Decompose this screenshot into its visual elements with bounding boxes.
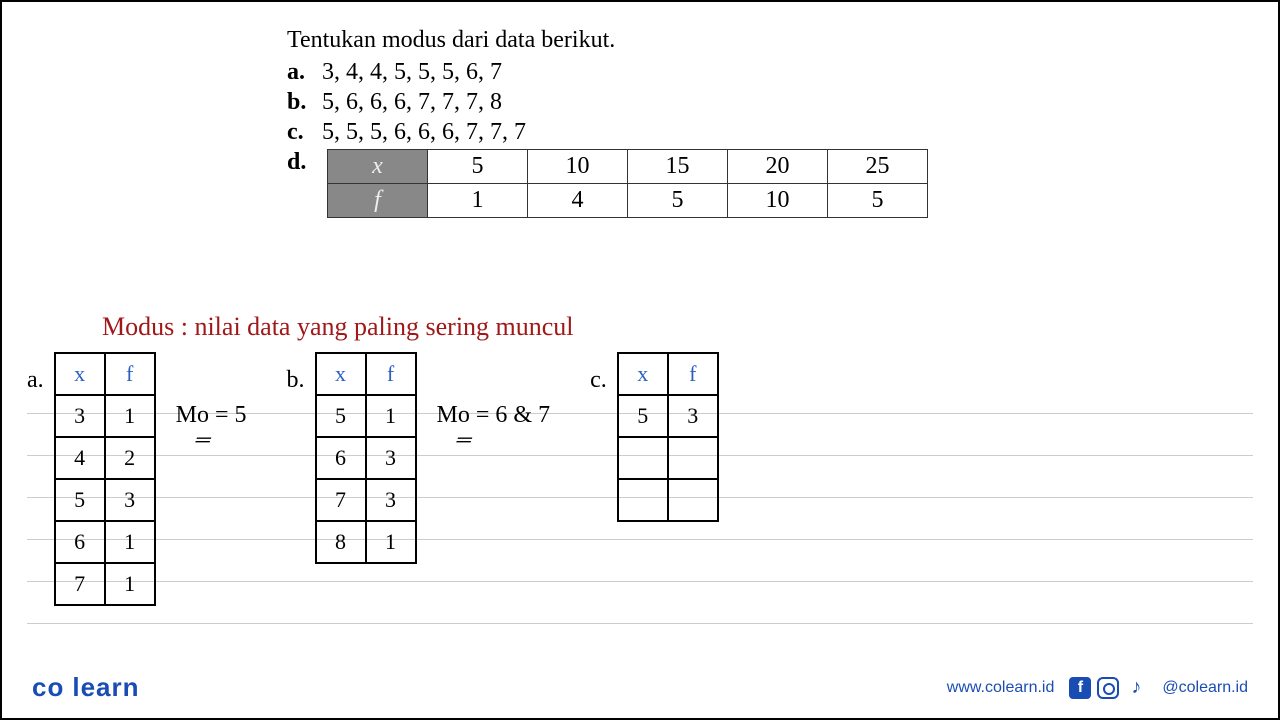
mo-result-b: Mo = 6 & 7 ═ (437, 402, 551, 452)
d-cell: 4 (528, 184, 628, 218)
question-item-b: b. 5, 6, 6, 6, 7, 7, 7, 8 (287, 89, 1228, 116)
header-x: x (618, 353, 668, 395)
group-label-b: b. (287, 367, 305, 394)
cell (618, 479, 668, 521)
item-text-a: 3, 4, 4, 5, 5, 5, 6, 7 (322, 59, 502, 86)
d-cell: 5 (828, 184, 928, 218)
cell: 1 (105, 521, 155, 563)
cell: 3 (366, 479, 416, 521)
mo-value: Mo = 5 (176, 402, 247, 428)
d-cell: 5 (428, 150, 528, 184)
modus-definition: Modus : nilai data yang paling sering mu… (102, 312, 1253, 342)
d-cell: 10 (728, 184, 828, 218)
cell: 3 (366, 437, 416, 479)
freq-table-c: x f 53 (617, 352, 719, 522)
d-cell: 25 (828, 150, 928, 184)
social-icons: f ♪ (1069, 677, 1147, 699)
question-item-c: c. 5, 5, 5, 6, 6, 6, 7, 7, 7 (287, 119, 1228, 146)
question-item-a: a. 3, 4, 4, 5, 5, 5, 6, 7 (287, 59, 1228, 86)
item-label-a: a. (287, 59, 322, 86)
cell: 3 (668, 395, 718, 437)
footer-right: www.colearn.id f ♪ @colearn.id (947, 677, 1248, 699)
header-f: f (105, 353, 155, 395)
handwritten-notes: Modus : nilai data yang paling sering mu… (27, 312, 1253, 658)
header-x: x (55, 353, 105, 395)
item-label-d: d. (287, 149, 322, 176)
cell: 7 (55, 563, 105, 605)
question-area: Tentukan modus dari data berikut. a. 3, … (287, 27, 1228, 221)
tiktok-icon: ♪ (1125, 677, 1147, 699)
group-label-c: c. (590, 367, 607, 394)
freq-table-a: x f 31 42 53 61 71 (54, 352, 156, 606)
data-table-d: x 5 10 15 20 25 f 1 4 5 10 5 (327, 149, 928, 218)
d-cell: 5 (628, 184, 728, 218)
cell: 2 (105, 437, 155, 479)
cell: 5 (316, 395, 366, 437)
instagram-icon (1097, 677, 1119, 699)
d-cell: 10 (528, 150, 628, 184)
facebook-icon: f (1069, 677, 1091, 699)
mo-value: Mo = 6 & 7 (437, 402, 551, 428)
cell: 6 (316, 437, 366, 479)
item-label-c: c. (287, 119, 322, 146)
d-cell: 20 (728, 150, 828, 184)
cell: 4 (55, 437, 105, 479)
mo-result-a: Mo = 5 ═ (176, 402, 247, 452)
cell (668, 479, 718, 521)
footer: colearn www.colearn.id f ♪ @colearn.id (32, 672, 1248, 703)
cell: 5 (618, 395, 668, 437)
cell: 3 (105, 479, 155, 521)
cell (618, 437, 668, 479)
cell: 1 (366, 395, 416, 437)
underline-mark: ═ (452, 429, 554, 452)
item-text-c: 5, 5, 5, 6, 6, 6, 7, 7, 7 (322, 119, 526, 146)
cell: 1 (105, 395, 155, 437)
cell: 3 (55, 395, 105, 437)
cell: 7 (316, 479, 366, 521)
item-text-b: 5, 6, 6, 6, 7, 7, 7, 8 (322, 89, 502, 116)
table-group-b: b. x f 51 63 73 81 Mo = 6 & 7 ═ (287, 352, 551, 606)
item-label-b: b. (287, 89, 322, 116)
header-x: x (316, 353, 366, 395)
cell: 1 (105, 563, 155, 605)
header-f: f (668, 353, 718, 395)
cell: 5 (55, 479, 105, 521)
question-item-d: d. x 5 10 15 20 25 f 1 4 5 10 5 (287, 149, 1228, 218)
table-group-c: c. x f 53 (590, 352, 719, 606)
freq-table-b: x f 51 63 73 81 (315, 352, 417, 564)
question-title: Tentukan modus dari data berikut. (287, 27, 1228, 54)
underline-mark: ═ (191, 429, 250, 452)
frequency-tables: a. x f 31 42 53 61 71 Mo = 5 ═ b. x (27, 352, 1253, 606)
cell: 1 (366, 521, 416, 563)
d-cell: 1 (428, 184, 528, 218)
d-header-f: f (328, 184, 428, 218)
group-label-a: a. (27, 367, 44, 394)
d-header-x: x (328, 150, 428, 184)
cell: 6 (55, 521, 105, 563)
cell: 8 (316, 521, 366, 563)
table-group-a: a. x f 31 42 53 61 71 Mo = 5 ═ (27, 352, 247, 606)
cell (668, 437, 718, 479)
header-f: f (366, 353, 416, 395)
d-cell: 15 (628, 150, 728, 184)
logo: colearn (32, 672, 140, 703)
website-url: www.colearn.id (947, 679, 1055, 697)
social-handle: @colearn.id (1162, 679, 1248, 697)
